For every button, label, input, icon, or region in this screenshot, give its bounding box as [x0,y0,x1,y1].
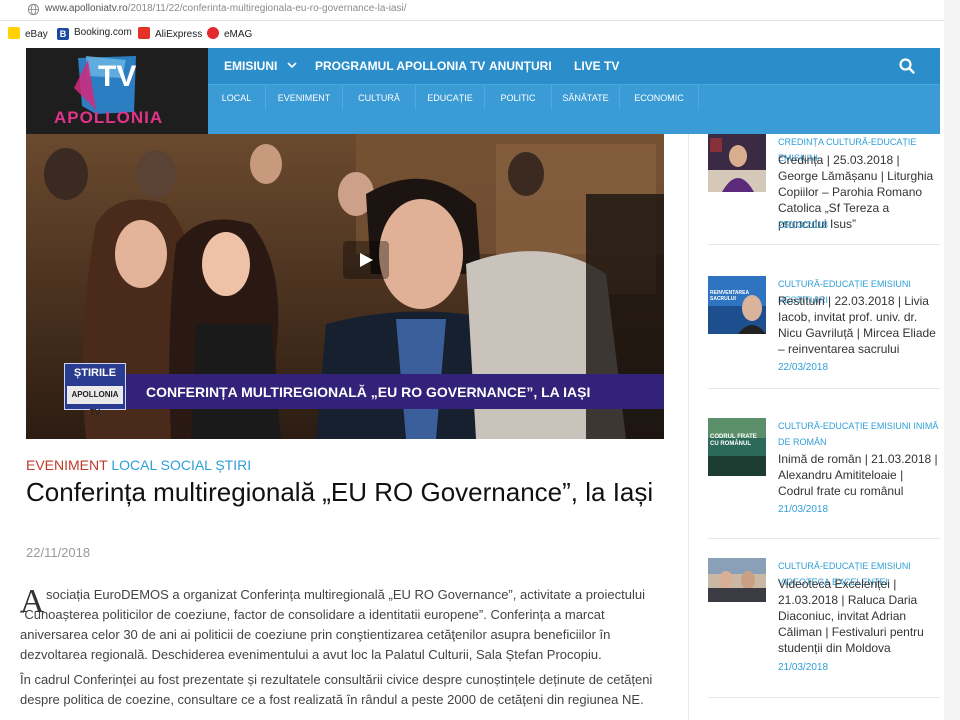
thumbnail-caption: CODRUL FRATE CU ROMÂNUL [710,434,757,447]
category-link-social[interactable]: SOCIAL [161,457,212,473]
bookmarks-bar: eBay B Booking.com AliExpress eMAG [0,22,944,46]
sidebar-divider [688,134,689,720]
nav-programul[interactable]: PROGRAMUL APOLLONIA TV [315,59,485,73]
thumbnail-image [708,558,766,602]
post-categories[interactable]: CULTURĂ-EDUCAȚIE EMISIUNI INIMĂ DE ROMÂN [778,418,940,450]
post-thumbnail[interactable] [708,134,766,192]
subnav-sanatate[interactable]: SĂNĂTATE [552,85,620,111]
nav-band [208,110,940,134]
article-paragraph: sociația EuroDEMOS a organizat Conferinț… [20,587,645,662]
bookmark-label: eBay [25,29,48,40]
ebay-icon [8,27,20,39]
subnav-cultura[interactable]: CULTURĂ [343,85,416,111]
stiri-badge-title: ȘTIRILE [73,367,117,379]
sidebar-post[interactable]: CREDINȚA CULTURĂ-EDUCAȚIE EMISIUNI Credi… [708,134,940,234]
sub-nav: LOCAL EVENIMENT CULTURĂ EDUCAȚIE POLITIC… [208,84,940,111]
main-nav: EMISIUNI PROGRAMUL APOLLONIA TV ANUNȚURI… [208,48,940,84]
sidebar-post[interactable]: REINVENTAREA SACRULUI CULTURĂ-EDUCAȚIE E… [708,276,940,376]
aliexpress-icon [138,27,150,39]
category-link-eveniment[interactable]: EVENIMENT [26,457,107,473]
thumbnail-caption: REINVENTAREA SACRULUI [710,290,749,302]
nav-emisiuni[interactable]: EMISIUNI [224,59,297,73]
address-bar[interactable]: www.apolloniatv.ro/2018/11/22/conferinta… [0,0,944,21]
post-date: 22/03/2018 [778,362,829,373]
article-title: Conferința multiregională „EU RO Governa… [26,477,654,507]
post-thumbnail[interactable]: CODRUL FRATE CU ROMÂNUL [708,418,766,476]
nav-anunturi[interactable]: ANUNȚURI [489,59,552,73]
article-categories: EVENIMENT LOCAL SOCIAL ȘTIRI [26,457,251,473]
bookmark-label: Booking.com [74,27,132,38]
thumbnail-image [708,276,766,334]
url-host: www.apolloniatv.ro [45,3,128,14]
article-date: 22/11/2018 [26,545,91,560]
bookmark-booking[interactable]: B Booking.com [57,27,132,41]
thumbnail-image [708,134,766,192]
nav-live-tv[interactable]: LIVE TV [574,59,619,73]
subnav-educatie[interactable]: EDUCAȚIE [416,85,485,111]
sidebar-separator [708,538,940,539]
page-scrollbar[interactable] [944,0,960,720]
video-title-overlay: CONFERINȚA MULTIREGIONALĂ „EU RO GOVERNA… [146,384,591,400]
url-path: /2018/11/22/conferinta-multiregionala-eu… [127,3,407,14]
subnav-local[interactable]: LOCAL [208,85,266,111]
post-thumbnail[interactable]: REINVENTAREA SACRULUI [708,276,766,334]
stiri-badge-sub: APOLLONIA TV [67,386,123,417]
category-link-stiri[interactable]: ȘTIRI [215,457,251,473]
booking-icon: B [57,28,69,40]
post-title[interactable]: Inimă de român | 21.03.2018 | Alexandru … [778,451,940,499]
post-date: 21/03/2018 [778,662,829,673]
subnav-economic[interactable]: ECONOMIC [620,85,699,111]
nav-label: EMISIUNI [224,59,278,73]
post-date: 25/03/2018 [778,220,829,231]
bookmark-emag[interactable]: eMAG [207,27,252,41]
bookmark-label: eMAG [224,29,253,40]
bookmark-ebay[interactable]: eBay [8,27,48,41]
post-thumbnail[interactable] [708,558,766,602]
bookmark-label: AliExpress [155,29,203,40]
url-text[interactable]: www.apolloniatv.ro/2018/11/22/conferinta… [45,3,407,14]
search-icon[interactable] [898,57,916,75]
play-icon[interactable] [343,241,389,279]
article-paragraph: În cadrul Conferinței au fost prezentate… [20,672,653,707]
category-link-local[interactable]: LOCAL [111,457,156,473]
chevron-down-icon [287,62,297,69]
bookmark-aliexpress[interactable]: AliExpress [138,27,202,41]
emag-icon [207,27,219,39]
subnav-politic[interactable]: POLITIC [485,85,552,111]
stiri-badge: ȘTIRILE APOLLONIA TV [64,363,126,417]
post-title[interactable]: Restituiri | 22.03.2018 | Livia Iacob, i… [778,293,940,357]
sidebar-separator [708,388,940,389]
sidebar-post[interactable]: CULTURĂ-EDUCAȚIE EMISIUNI VIDEOTECA EXCE… [708,558,940,673]
logo-tv-text: TV [98,60,137,93]
video-player[interactable]: CONFERINȚA MULTIREGIONALĂ „EU RO GOVERNA… [26,134,664,439]
subnav-eveniment[interactable]: EVENIMENT [266,85,343,111]
globe-icon [27,3,40,16]
logo-name-text: APOLLONIA [54,108,164,127]
post-date: 21/03/2018 [778,504,829,515]
sidebar-separator [708,244,940,245]
site-logo[interactable]: TV APOLLONIA [26,48,208,134]
video-lower-third: CONFERINȚA MULTIREGIONALĂ „EU RO GOVERNA… [64,374,664,409]
sidebar-post[interactable]: CODRUL FRATE CU ROMÂNUL CULTURĂ-EDUCAȚIE… [708,418,940,518]
post-title[interactable]: Videoteca Excelenței | 21.03.2018 | Ralu… [778,576,940,656]
sidebar-separator [708,697,940,698]
